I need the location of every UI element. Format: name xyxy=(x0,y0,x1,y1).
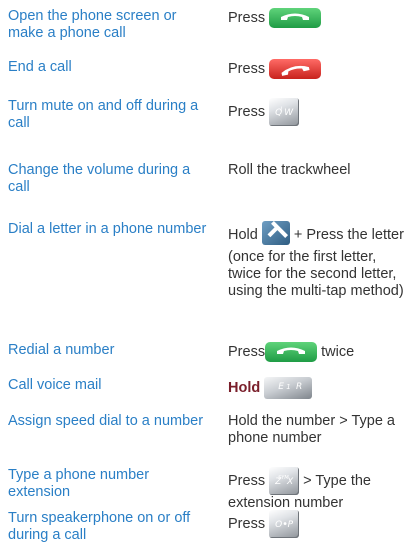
task-label: Assign speed dial to a number xyxy=(8,413,204,429)
action-prefix: Press xyxy=(228,103,266,120)
task-label: Change the volume during a call xyxy=(8,162,191,195)
task-label: Type a phone number extension xyxy=(8,467,150,500)
action-prefix: Hold xyxy=(228,226,258,243)
action-text: Press xyxy=(228,8,413,28)
key-glyph: W xyxy=(284,108,294,118)
key-glyph: P xyxy=(287,520,294,530)
action-suffix: twice xyxy=(321,343,355,360)
task-label: Open the phone screen or make a phone ca… xyxy=(8,8,177,41)
action-prefix: Press xyxy=(228,343,266,360)
key-glyph: E xyxy=(278,382,284,392)
key-glyph: X xyxy=(286,477,294,487)
action-text: Hold + Press the letter (once for the fi… xyxy=(228,221,413,300)
action-text: Press twice xyxy=(228,342,413,362)
send-key-icon xyxy=(269,8,322,28)
z-x-key-icon: SYM Z X xyxy=(269,467,300,495)
action-text: Roll the trackwheel xyxy=(228,162,351,178)
end-key-icon xyxy=(269,59,322,79)
action-text: Hold the number > Type a phone number xyxy=(228,413,395,446)
action-prefix: Press xyxy=(228,9,266,26)
q-w-key-icon: ! Q W xyxy=(269,98,300,126)
task-label: Call voice mail xyxy=(8,377,102,393)
key-glyph: 1 xyxy=(286,383,291,391)
task-label: Dial a letter in a phone number xyxy=(8,221,207,237)
action-prefix: Press xyxy=(228,515,266,532)
task-label: Turn mute on and off during a call xyxy=(8,98,199,131)
action-prefix: Hold xyxy=(228,379,261,396)
key-glyph: Q xyxy=(275,108,283,118)
action-prefix: Press xyxy=(228,60,266,77)
key-glyph: O xyxy=(275,520,283,530)
action-text: Press SYM Z X > Type the extension numbe… xyxy=(228,467,413,512)
action-text: Press xyxy=(228,59,413,79)
action-prefix: Press xyxy=(228,472,266,489)
o-p-key-icon: • O P xyxy=(269,510,300,538)
action-text: Hold 1 E R xyxy=(228,377,413,399)
alt-key-icon xyxy=(261,221,290,249)
task-label: End a call xyxy=(8,59,72,75)
task-label: Turn speakerphone on or off during a cal… xyxy=(8,510,191,543)
e-r-key-icon: 1 E R xyxy=(264,377,313,399)
key-glyph: Z xyxy=(275,477,282,487)
action-text: Press ! Q W xyxy=(228,98,413,126)
action-text: Press • O P xyxy=(228,510,413,538)
key-glyph: R xyxy=(295,382,303,392)
task-label: Redial a number xyxy=(8,342,115,358)
send-key-icon xyxy=(265,342,318,362)
